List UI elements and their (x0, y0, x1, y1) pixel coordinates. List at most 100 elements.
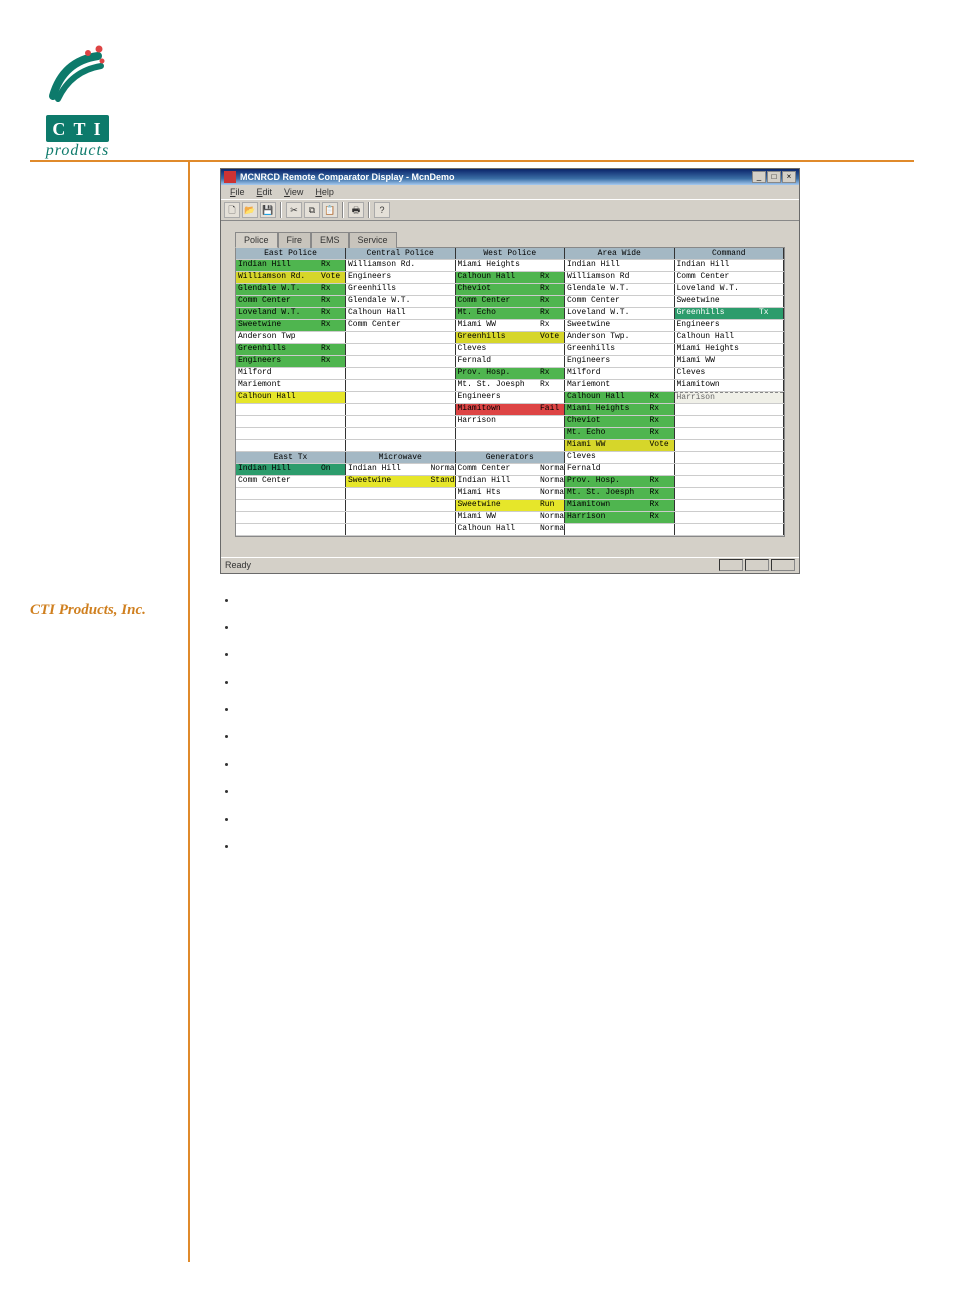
grid-cell[interactable]: Anderson Twp (236, 331, 346, 343)
grid-cell[interactable]: Indian HillRx (236, 259, 346, 271)
grid-cell[interactable]: Miami WWVote (565, 439, 675, 451)
grid-cell[interactable] (236, 523, 346, 535)
grid-cell[interactable] (236, 487, 346, 499)
grid-cell[interactable]: Cleves (674, 367, 784, 379)
grid-cell[interactable] (674, 511, 784, 523)
grid-cell[interactable]: Harrison (455, 415, 565, 427)
grid-cell[interactable]: Calhoun Hall (346, 307, 456, 319)
open-icon[interactable]: 📂 (242, 202, 258, 218)
grid-cell[interactable]: SweetwineStandby (346, 475, 456, 487)
menu-file[interactable]: File (225, 186, 250, 198)
grid-cell[interactable]: SweetwineRx (236, 319, 346, 331)
grid-cell[interactable]: Greenhills (565, 343, 675, 355)
grid-cell[interactable]: CheviotRx (455, 283, 565, 295)
grid-cell[interactable]: Engineers (565, 355, 675, 367)
grid-cell[interactable] (346, 439, 456, 451)
grid-cell[interactable]: Fernald (565, 463, 675, 475)
grid-cell[interactable]: Cleves (565, 451, 675, 463)
grid-cell[interactable] (674, 427, 784, 439)
grid-cell[interactable] (674, 499, 784, 511)
grid-cell[interactable] (346, 331, 456, 343)
grid-cell[interactable]: Loveland W.T. (674, 283, 784, 295)
grid-cell[interactable]: Glendale W.T.Rx (236, 283, 346, 295)
grid-cell[interactable]: Miami Heights (674, 343, 784, 355)
grid-cell[interactable] (236, 439, 346, 451)
minimize-button[interactable]: _ (752, 171, 766, 183)
grid-cell[interactable]: Williamson Rd.Vote (236, 271, 346, 283)
grid-cell[interactable]: Comm Center (346, 319, 456, 331)
grid-cell[interactable]: Mt. St. JoesphRx (455, 379, 565, 391)
grid-cell[interactable]: Miami Heights (455, 259, 565, 271)
grid-cell[interactable]: Indian Hill (565, 259, 675, 271)
grid-cell[interactable] (674, 475, 784, 487)
grid-cell[interactable]: GreenhillsTx (674, 307, 784, 319)
grid-cell[interactable]: Prov. Hosp.Rx (455, 367, 565, 379)
grid-cell[interactable] (565, 523, 675, 535)
grid-cell[interactable]: Mt. St. JoesphRx (565, 487, 675, 499)
grid-cell[interactable]: Calhoun Hall (674, 331, 784, 343)
grid-cell[interactable] (236, 499, 346, 511)
grid-cell[interactable]: Comm Center (236, 475, 346, 487)
grid-cell[interactable]: GreenhillsVote (455, 331, 565, 343)
grid-cell[interactable]: Glendale W.T. (565, 283, 675, 295)
grid-cell[interactable] (346, 355, 456, 367)
grid-cell[interactable]: EngineersRx (236, 355, 346, 367)
grid-cell[interactable]: Comm CenterRx (236, 295, 346, 307)
grid-cell[interactable]: Cleves (455, 343, 565, 355)
grid-cell[interactable]: GreenhillsRx (236, 343, 346, 355)
grid-cell[interactable]: Miami WWRx (455, 319, 565, 331)
grid-cell[interactable] (236, 415, 346, 427)
grid-cell[interactable]: MiamitownRx (565, 499, 675, 511)
new-icon[interactable]: 🗋 (224, 202, 240, 218)
grid-cell[interactable] (674, 463, 784, 475)
grid-cell[interactable]: Miami WWNormal (455, 511, 565, 523)
grid-cell[interactable]: Miamitown (674, 379, 784, 391)
menu-edit[interactable]: Edit (252, 186, 278, 198)
help-icon[interactable]: ? (374, 202, 390, 218)
grid-cell[interactable]: Miami HeightsRx (565, 403, 675, 415)
menu-help[interactable]: Help (310, 186, 339, 198)
grid-cell[interactable]: Miami HtsNormal (455, 487, 565, 499)
grid-cell[interactable] (346, 415, 456, 427)
paste-icon[interactable]: 📋 (322, 202, 338, 218)
grid-cell[interactable]: Comm Center (565, 295, 675, 307)
titlebar[interactable]: MCNRCD Remote Comparator Display - McnDe… (221, 169, 799, 185)
grid-cell[interactable]: Indian HillNormal (346, 463, 456, 475)
grid-cell[interactable]: Greenhills (346, 283, 456, 295)
grid-cell[interactable] (674, 403, 784, 415)
grid-cell[interactable]: Comm Center (674, 271, 784, 283)
grid-cell[interactable]: Calhoun HallRx (455, 271, 565, 283)
close-button[interactable]: × (782, 171, 796, 183)
grid-cell[interactable] (674, 451, 784, 463)
grid-cell[interactable]: Calhoun Hall (236, 391, 346, 403)
grid-cell[interactable]: Indian HillNormal (455, 475, 565, 487)
grid-cell[interactable] (346, 511, 456, 523)
grid-cell[interactable] (236, 403, 346, 415)
grid-cell[interactable]: Engineers (455, 391, 565, 403)
save-icon[interactable]: 💾 (260, 202, 276, 218)
grid-cell[interactable]: Engineers (674, 319, 784, 331)
grid-cell[interactable]: Indian Hill (674, 259, 784, 271)
grid-cell[interactable]: HarrisonRx (565, 511, 675, 523)
grid-cell[interactable]: Prov. Hosp.Rx (565, 475, 675, 487)
grid-cell[interactable] (346, 427, 456, 439)
grid-cell[interactable]: Harrison (674, 391, 784, 403)
grid-cell[interactable]: Comm CenterNormal (455, 463, 565, 475)
grid-cell[interactable]: Mt. EchoRx (565, 427, 675, 439)
grid-cell[interactable]: CheviotRx (565, 415, 675, 427)
grid-cell[interactable]: Mt. EchoRx (455, 307, 565, 319)
grid-cell[interactable]: Engineers (346, 271, 456, 283)
grid-cell[interactable]: Comm CenterRx (455, 295, 565, 307)
maximize-button[interactable]: □ (767, 171, 781, 183)
grid-cell[interactable]: Milford (565, 367, 675, 379)
cut-icon[interactable]: ✂ (286, 202, 302, 218)
tab-ems[interactable]: EMS (311, 232, 349, 248)
grid-cell[interactable]: MiamitownFail (455, 403, 565, 415)
grid-cell[interactable] (346, 343, 456, 355)
grid-cell[interactable]: Loveland W.T.Rx (236, 307, 346, 319)
grid-cell[interactable]: Loveland W.T. (565, 307, 675, 319)
grid-cell[interactable]: Miami WW (674, 355, 784, 367)
grid-cell[interactable] (455, 439, 565, 451)
grid-cell[interactable]: Calhoun HallRx (565, 391, 675, 403)
grid-cell[interactable] (674, 415, 784, 427)
